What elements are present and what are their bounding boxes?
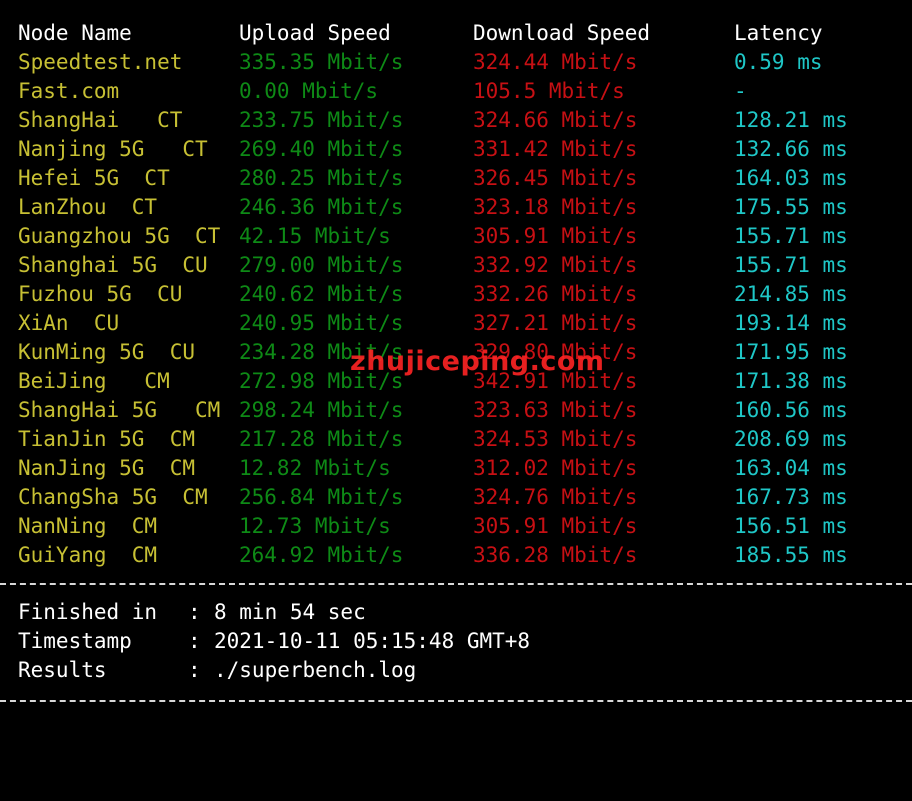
latency-cell: 175.55 ms [734,195,848,219]
upload-speed-cell: 280.25 Mbit/s [239,166,404,190]
header-upload-speed: Upload Speed [239,21,391,45]
download-speed-cell: 324.53 Mbit/s [473,427,638,451]
latency-cell: 163.04 ms [734,456,848,480]
node-name-cell: BeiJing CM [18,369,170,393]
node-name-cell: Fast.com [18,79,120,103]
node-name-cell: ChangSha 5G CM [18,485,208,509]
timestamp-colon: : [188,629,201,653]
latency-cell: 171.95 ms [734,340,848,364]
upload-speed-cell: 12.82 Mbit/s [239,456,391,480]
node-name-cell: LanZhou CT [18,195,158,219]
latency-cell: 214.85 ms [734,282,848,306]
upload-speed-cell: 217.28 Mbit/s [239,427,404,451]
upload-speed-cell: 246.36 Mbit/s [239,195,404,219]
upload-speed-cell: 264.92 Mbit/s [239,543,404,567]
header-latency: Latency [734,21,823,45]
latency-cell: 155.71 ms [734,253,848,277]
download-speed-cell: 332.26 Mbit/s [473,282,638,306]
header-download-speed: Download Speed [473,21,651,45]
upload-speed-cell: 269.40 Mbit/s [239,137,404,161]
download-speed-cell: 324.44 Mbit/s [473,50,638,74]
node-name-cell: ShangHai 5G CM [18,398,221,422]
node-name-cell: Nanjing 5G CT [18,137,208,161]
latency-cell: 185.55 ms [734,543,848,567]
finished-value: 8 min 54 sec [214,600,366,624]
timestamp-value: 2021-10-11 05:15:48 GMT+8 [214,629,531,653]
download-speed-cell: 305.91 Mbit/s [473,224,638,248]
latency-cell: - [734,79,747,103]
upload-speed-cell: 256.84 Mbit/s [239,485,404,509]
node-name-cell: GuiYang CM [18,543,158,567]
latency-cell: 208.69 ms [734,427,848,451]
latency-cell: 171.38 ms [734,369,848,393]
results-label: Results [18,658,107,682]
download-speed-cell: 336.28 Mbit/s [473,543,638,567]
upload-speed-cell: 0.00 Mbit/s [239,79,379,103]
latency-cell: 132.66 ms [734,137,848,161]
download-speed-cell: 105.5 Mbit/s [473,79,625,103]
node-name-cell: Hefei 5G CT [18,166,170,190]
results-colon: : [188,658,201,682]
separator-line-bottom [0,700,912,702]
download-speed-cell: 323.63 Mbit/s [473,398,638,422]
download-speed-cell: 305.91 Mbit/s [473,514,638,538]
separator-line-top [0,583,912,585]
upload-speed-cell: 233.75 Mbit/s [239,108,404,132]
latency-cell: 156.51 ms [734,514,848,538]
upload-speed-cell: 240.62 Mbit/s [239,282,404,306]
download-speed-cell: 332.92 Mbit/s [473,253,638,277]
upload-speed-cell: 298.24 Mbit/s [239,398,404,422]
upload-speed-cell: 42.15 Mbit/s [239,224,391,248]
latency-cell: 193.14 ms [734,311,848,335]
terminal-window: Node Name Upload Speed Download Speed La… [0,0,912,706]
node-name-cell: Speedtest.net [18,50,183,74]
node-name-cell: Fuzhou 5G CU [18,282,183,306]
latency-cell: 160.56 ms [734,398,848,422]
summary-results-row: Results : ./superbench.log [18,656,416,685]
summary-timestamp-row: Timestamp : 2021-10-11 05:15:48 GMT+8 [18,627,530,656]
node-name-cell: XiAn CU [18,311,120,335]
download-speed-cell: 324.76 Mbit/s [473,485,638,509]
node-name-cell: Guangzhou 5G CT [18,224,221,248]
upload-speed-cell: 335.35 Mbit/s [239,50,404,74]
upload-speed-cell: 12.73 Mbit/s [239,514,391,538]
download-speed-cell: 324.66 Mbit/s [473,108,638,132]
node-name-cell: Shanghai 5G CU [18,253,208,277]
latency-cell: 167.73 ms [734,485,848,509]
finished-colon: : [188,600,201,624]
latency-cell: 128.21 ms [734,108,848,132]
watermark-text: zhujiceping.com [350,346,605,377]
finished-label: Finished in [18,600,158,624]
download-speed-cell: 326.45 Mbit/s [473,166,638,190]
latency-cell: 0.59 ms [734,50,823,74]
node-name-cell: TianJin 5G CM [18,427,196,451]
download-speed-cell: 312.02 Mbit/s [473,456,638,480]
latency-cell: 155.71 ms [734,224,848,248]
results-value: ./superbench.log [214,658,417,682]
download-speed-cell: 331.42 Mbit/s [473,137,638,161]
node-name-cell: NanJing 5G CM [18,456,196,480]
latency-cell: 164.03 ms [734,166,848,190]
upload-speed-cell: 240.95 Mbit/s [239,311,404,335]
node-name-cell: NanNing CM [18,514,158,538]
table-header-row: Node Name Upload Speed Download Speed La… [18,19,823,48]
node-name-cell: KunMing 5G CU [18,340,196,364]
download-speed-cell: 323.18 Mbit/s [473,195,638,219]
node-name-cell: ShangHai CT [18,108,183,132]
header-node-name: Node Name [18,21,132,45]
download-speed-cell: 327.21 Mbit/s [473,311,638,335]
upload-speed-cell: 279.00 Mbit/s [239,253,404,277]
summary-finished-row: Finished in : 8 min 54 sec [18,598,366,627]
timestamp-label: Timestamp [18,629,132,653]
